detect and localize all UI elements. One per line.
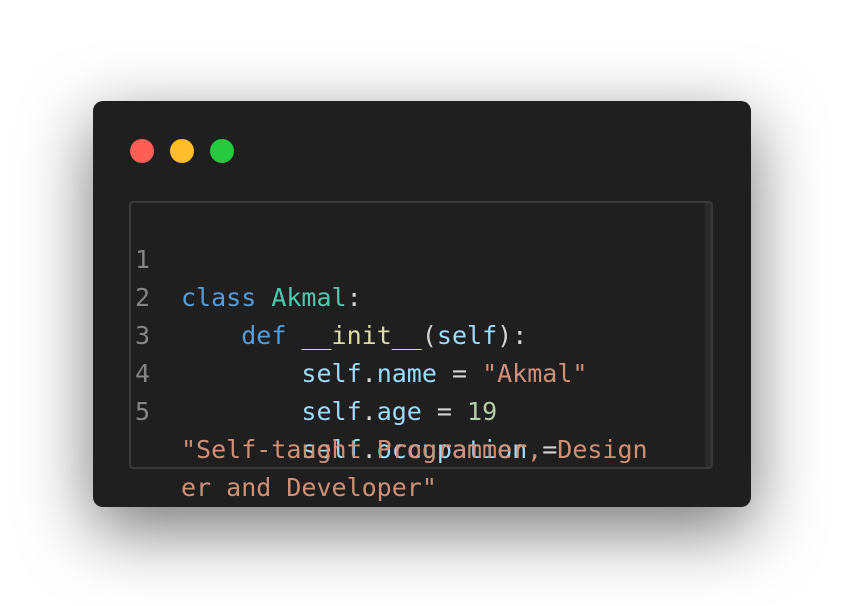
punctuation: ( bbox=[421, 321, 437, 350]
code-line: 4 self.age = 19 bbox=[131, 317, 497, 426]
close-button[interactable] bbox=[130, 139, 154, 163]
code-line-wrapped: er and Developer" bbox=[131, 431, 437, 502]
code-line: 1 class Akmal: bbox=[131, 203, 362, 312]
number-literal: 19 bbox=[467, 397, 498, 426]
code-text: def __init__(self): bbox=[181, 317, 527, 355]
code-text: self.age = 19 bbox=[181, 393, 497, 431]
string-literal: "Self-taught Programmer, Design bbox=[181, 435, 648, 464]
code-window: 1 class Akmal: 2 def __init__(self): 3 s… bbox=[93, 101, 751, 507]
punctuation: . bbox=[361, 397, 377, 426]
attribute-name: age bbox=[376, 397, 422, 426]
punctuation: : bbox=[346, 283, 362, 312]
operator: = bbox=[421, 397, 468, 426]
attribute-name: name bbox=[376, 359, 437, 388]
code-editor[interactable]: 1 class Akmal: 2 def __init__(self): 3 s… bbox=[129, 201, 713, 502]
string-literal: "Akmal" bbox=[482, 359, 588, 388]
class-name: Akmal bbox=[271, 283, 347, 312]
code-line: 5 self.occupation = bbox=[131, 355, 557, 464]
scrollbar[interactable] bbox=[705, 203, 711, 467]
keyword: def bbox=[241, 321, 287, 350]
code-line: 2 def __init__(self): bbox=[131, 241, 527, 350]
code-line: 3 self.name = "Akmal" bbox=[131, 279, 587, 388]
code-line-wrapped: "Self-taught Programmer, Design bbox=[131, 393, 648, 464]
maximize-button[interactable] bbox=[210, 139, 234, 163]
punctuation: . bbox=[361, 359, 377, 388]
punctuation: ): bbox=[497, 321, 528, 350]
function-name: __init__ bbox=[301, 321, 422, 350]
parameter: self bbox=[436, 321, 498, 350]
code-text: self.name = "Akmal" bbox=[181, 355, 587, 393]
object-name: self bbox=[301, 397, 362, 426]
string-literal: er and Developer" bbox=[181, 473, 437, 502]
operator: = bbox=[436, 359, 483, 388]
window-controls bbox=[130, 139, 234, 163]
minimize-button[interactable] bbox=[170, 139, 194, 163]
object-name: self bbox=[301, 359, 362, 388]
